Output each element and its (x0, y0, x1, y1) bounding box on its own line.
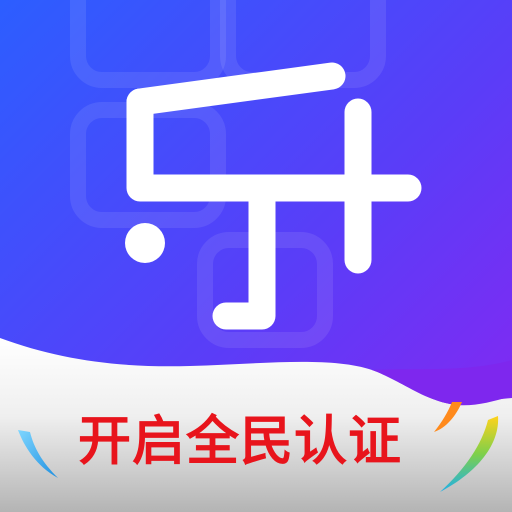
banner-slogan: 开启全民认证 (78, 411, 402, 472)
logo-dot (125, 223, 165, 263)
app-icon: 开启全民认证 (0, 0, 512, 512)
